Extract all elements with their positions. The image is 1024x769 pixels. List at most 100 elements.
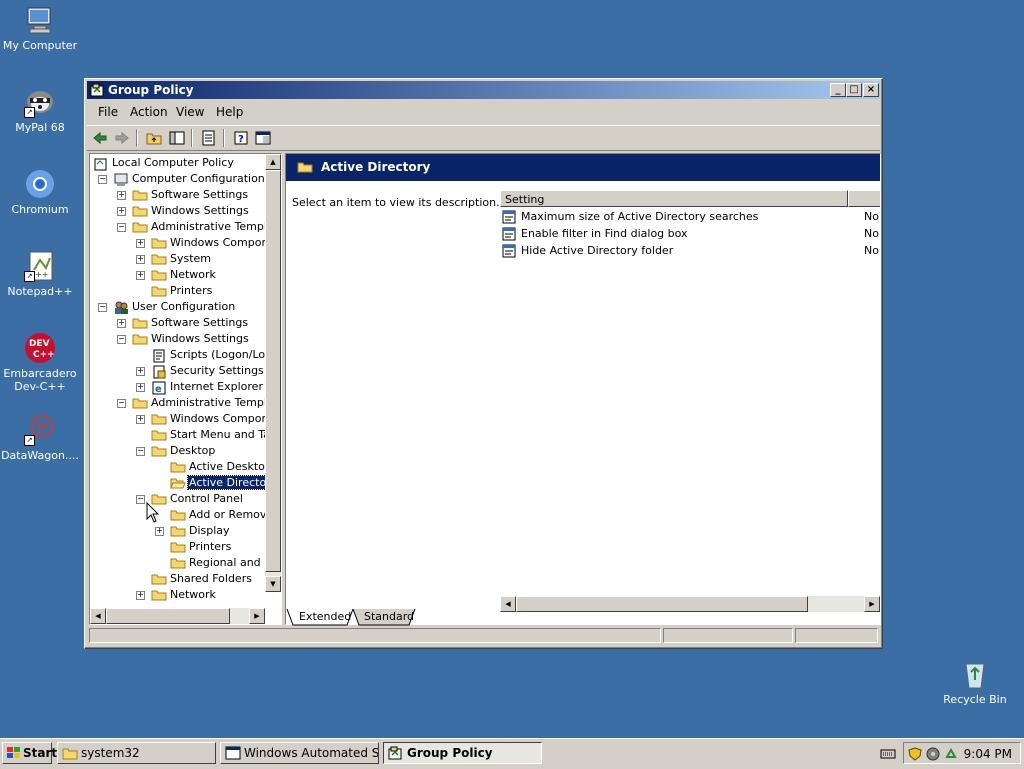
group-policy-icon xyxy=(388,746,404,760)
tree-vertical-scrollbar[interactable]: ▲ ▼ xyxy=(265,154,281,592)
menu-view[interactable]: View xyxy=(176,105,204,119)
folder-icon xyxy=(151,269,167,281)
desktop-icon-datawagon[interactable]: ↗ DataWagon.... xyxy=(0,414,80,462)
toolbar-separator xyxy=(223,129,225,147)
recycle-tray-icon[interactable] xyxy=(944,747,958,764)
status-panel xyxy=(663,628,793,643)
details-pane: Active Directory Select an item to view … xyxy=(285,153,881,625)
network-icon[interactable] xyxy=(926,747,940,764)
computer-icon xyxy=(24,4,56,36)
expand-icon[interactable]: + xyxy=(136,591,145,600)
expand-icon[interactable]: + xyxy=(117,191,126,200)
folder-icon xyxy=(170,541,186,553)
raccoon-icon: ↗ xyxy=(24,86,56,118)
minimize-button[interactable]: _ xyxy=(830,83,846,97)
users-icon xyxy=(113,301,129,314)
svg-text:DEV: DEV xyxy=(29,339,50,349)
export-list-icon[interactable] xyxy=(200,129,218,147)
expand-icon[interactable]: + xyxy=(117,319,126,328)
maximize-button[interactable]: □ xyxy=(846,83,862,97)
forward-arrow-icon[interactable] xyxy=(113,129,131,147)
scroll-thumb[interactable] xyxy=(106,608,230,624)
collapse-icon[interactable]: − xyxy=(98,303,107,312)
scroll-right-icon[interactable]: ▶ xyxy=(249,608,265,624)
column-header-state[interactable] xyxy=(848,190,880,207)
taskbar-button-windows-automated[interactable]: Windows Automated Syst... xyxy=(220,742,379,764)
taskbar-button-group-policy[interactable]: Group Policy xyxy=(383,742,542,764)
menu-help[interactable]: Help xyxy=(216,105,243,119)
system-tray: 9:04 PM xyxy=(903,742,1021,764)
collapse-icon[interactable]: − xyxy=(117,399,126,408)
keyboard-icon[interactable] xyxy=(880,748,896,763)
menu-action[interactable]: Action xyxy=(130,105,168,119)
folder-icon xyxy=(132,221,148,233)
collapse-icon[interactable]: − xyxy=(117,223,126,232)
desktop-icon-recycle-bin[interactable]: Recycle Bin xyxy=(935,658,1015,706)
properties-icon[interactable] xyxy=(254,129,272,147)
tab-standard[interactable]: Standard xyxy=(358,609,420,627)
desktop-icon-notepadpp[interactable]: ++ ↗ Notepad++ xyxy=(0,250,80,298)
scroll-down-icon[interactable]: ▼ xyxy=(265,576,281,592)
folder-icon xyxy=(170,525,186,537)
scroll-left-icon[interactable]: ◀ xyxy=(90,608,106,624)
expand-icon[interactable]: + xyxy=(136,239,145,248)
start-button[interactable]: Start xyxy=(2,742,57,764)
scroll-right-icon[interactable]: ▶ xyxy=(864,596,880,612)
scroll-left-icon[interactable]: ◀ xyxy=(500,596,516,612)
script-icon xyxy=(151,349,167,363)
back-arrow-icon[interactable] xyxy=(91,129,109,147)
clock[interactable]: 9:04 PM xyxy=(964,747,1012,761)
windows-logo-icon xyxy=(6,746,22,763)
collapse-icon[interactable]: − xyxy=(117,335,126,344)
expand-icon[interactable]: + xyxy=(136,383,145,392)
scroll-thumb[interactable] xyxy=(516,596,808,612)
expand-icon[interactable]: + xyxy=(136,271,145,280)
collapse-icon[interactable]: − xyxy=(98,175,107,184)
security-icon xyxy=(151,365,167,379)
svg-text:e: e xyxy=(155,384,162,395)
group-policy-window: Group Policy _ □ × File Action View Help… xyxy=(84,78,883,649)
desktop-icon-my-computer[interactable]: My Computer xyxy=(0,4,80,52)
details-horizontal-scrollbar[interactable]: ◀ ▶ xyxy=(500,596,880,612)
folder-icon xyxy=(132,317,148,329)
close-button[interactable]: × xyxy=(863,83,879,97)
shortcut-arrow-icon: ↗ xyxy=(24,435,35,446)
security-shield-icon[interactable] xyxy=(908,747,922,764)
expand-icon[interactable]: + xyxy=(136,255,145,264)
scroll-up-icon[interactable]: ▲ xyxy=(265,154,281,170)
folder-icon xyxy=(132,189,148,201)
expand-icon[interactable]: + xyxy=(136,415,145,424)
column-header-setting[interactable]: Setting xyxy=(500,190,848,207)
menu-bar: File Action View Help xyxy=(87,101,880,121)
desktop-icon-label: DataWagon.... xyxy=(1,449,79,462)
tree-pane[interactable]: Local Computer Policy − Computer Configu… xyxy=(89,153,282,625)
desktop-icon-chromium[interactable]: Chromium xyxy=(0,168,80,216)
up-folder-icon[interactable] xyxy=(145,129,163,147)
menu-file[interactable]: File xyxy=(98,105,118,119)
window-icon xyxy=(225,746,241,760)
desktop-icon-devcpp[interactable]: DEV C++ Embarcadero Dev-C++ xyxy=(0,332,80,393)
desktop-icon-label: Embarcadero Dev-C++ xyxy=(3,367,77,393)
expand-icon[interactable]: + xyxy=(155,527,164,536)
tab-extended[interactable]: Extended xyxy=(293,609,357,627)
status-panel xyxy=(89,628,661,643)
expand-icon[interactable]: + xyxy=(117,207,126,216)
show-hide-tree-icon[interactable] xyxy=(168,129,186,147)
scroll-thumb[interactable] xyxy=(265,170,281,572)
folder-icon xyxy=(132,205,148,217)
taskbar-button-system32[interactable]: system32 xyxy=(57,742,216,764)
folder-icon xyxy=(170,461,186,473)
svg-text:?: ? xyxy=(238,134,244,145)
description-text: Select an item to view its description. xyxy=(292,196,500,209)
desktop-icon-mypal[interactable]: ↗ MyPal 68 xyxy=(0,86,80,134)
folder-icon xyxy=(62,746,78,760)
folder-icon xyxy=(151,429,167,441)
collapse-icon[interactable]: − xyxy=(136,447,145,456)
expand-icon[interactable]: + xyxy=(136,367,145,376)
collapse-icon[interactable]: − xyxy=(136,495,145,504)
help-icon[interactable]: ? xyxy=(232,129,250,147)
tree-horizontal-scrollbar[interactable]: ◀ ▶ xyxy=(90,608,265,624)
title-bar[interactable]: Group Policy _ □ × xyxy=(87,81,880,99)
shortcut-arrow-icon: ↗ xyxy=(24,271,35,282)
computer-icon xyxy=(113,173,129,186)
